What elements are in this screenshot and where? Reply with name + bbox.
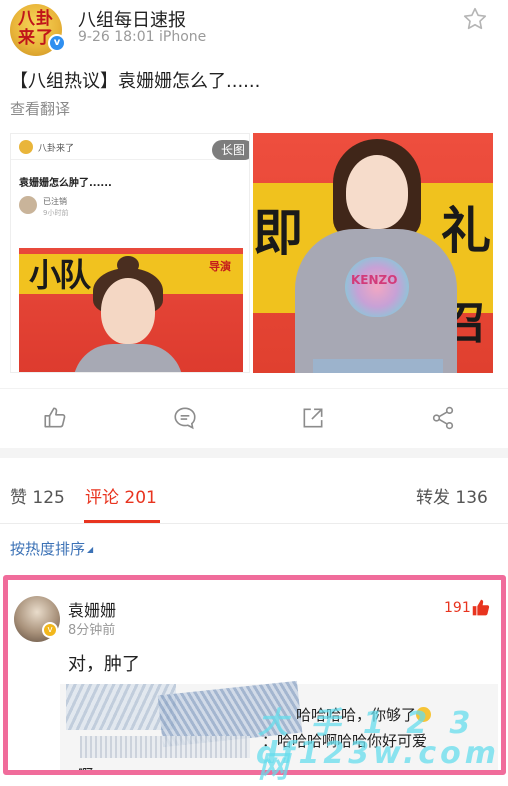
mini-user-name: 已注销 (43, 197, 67, 206)
mini-source-name: 八卦来了 (38, 144, 75, 154)
section-gap (0, 448, 508, 458)
translate-link[interactable]: 查看翻译 (10, 98, 70, 119)
banner-text: 小队 (29, 256, 91, 294)
person-face (101, 278, 155, 344)
reply-line: 啊 (78, 766, 94, 775)
post-header: 八卦来了 v 八组每日速报 9-26 18:01 iPhone (0, 0, 508, 62)
post-image-long[interactable]: 八卦来了 袁姗姗怎么肿了...... 已注销 9小时前 小队 导演 长图 (10, 133, 250, 373)
banner-side-text: 导演 (209, 260, 231, 273)
action-bar (0, 388, 508, 448)
tab-likes[interactable]: 赞 125 (10, 483, 65, 508)
redacted-scribble (80, 736, 250, 758)
like-icon[interactable] (42, 405, 68, 431)
backdrop-char-right: 礼 (441, 202, 491, 260)
sort-dropdown[interactable]: 按热度排序 ◢ (10, 538, 93, 559)
person-bun (117, 256, 139, 274)
favorite-star-icon[interactable] (462, 6, 488, 32)
mini-photo: 小队 导演 (19, 248, 243, 372)
post-image-photo[interactable]: 即 礼 召 KENZO (253, 133, 493, 373)
comment-time: 8分钟前 (68, 623, 116, 638)
thumbs-up-icon[interactable] (470, 597, 492, 619)
sort-label: 按热度排序 (10, 540, 86, 558)
person-body (73, 344, 183, 372)
watermark-line2: df123w.com (256, 736, 500, 771)
mini-time: 9小时前 (43, 209, 69, 217)
comment-like-count: 191 (444, 600, 471, 616)
mini-avatar (19, 140, 33, 154)
comment-text: 对，肿了 (68, 654, 140, 675)
comment-icon[interactable] (172, 405, 198, 431)
mini-user-avatar (19, 196, 37, 214)
caret-down-icon: ◢ (87, 545, 94, 554)
sweater-logo-text: KENZO (351, 273, 398, 287)
tab-reposts[interactable]: 转发 136 (416, 483, 488, 508)
commenter-name[interactable]: 袁姗姗 (68, 597, 116, 621)
person-jeans (313, 359, 443, 373)
share-network-icon[interactable] (430, 405, 456, 431)
long-image-badge: 长图 (212, 140, 249, 160)
share-out-icon[interactable] (300, 405, 326, 431)
post-text: 【八组热议】袁姗姗怎么了...... (10, 71, 261, 92)
tab-divider (0, 523, 508, 524)
sweater-tiger-graphic (345, 257, 409, 317)
verified-gold-icon: v (42, 622, 58, 638)
person-face (346, 155, 408, 229)
verified-icon: v (48, 34, 66, 52)
post-meta: 9-26 18:01 iPhone (78, 29, 207, 45)
tab-comments[interactable]: 评论 201 (85, 483, 157, 508)
mini-title: 袁姗姗怎么肿了...... (19, 178, 112, 189)
backdrop-char-left: 即 (253, 204, 303, 262)
